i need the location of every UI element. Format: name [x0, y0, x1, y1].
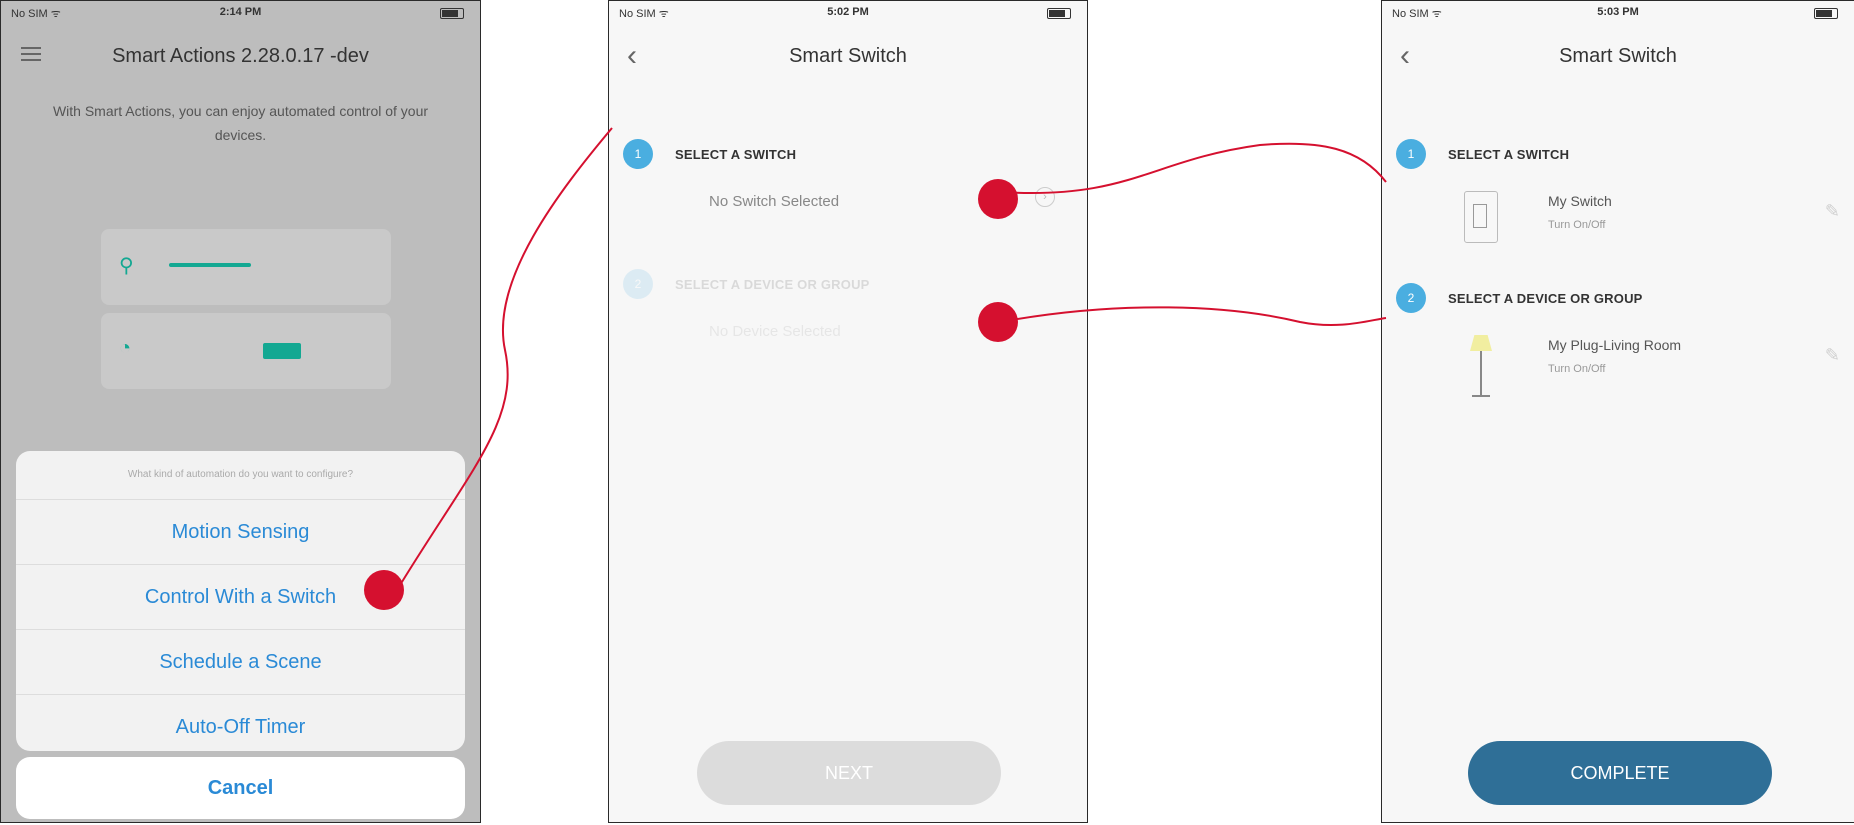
page-title: Smart Switch: [1559, 45, 1677, 67]
option-schedule-scene[interactable]: Schedule a Scene: [16, 630, 465, 695]
chevron-right-icon[interactable]: ›: [1035, 187, 1055, 207]
option-auto-off-timer[interactable]: Auto-Off Timer: [16, 695, 465, 751]
step-select-device[interactable]: 2 SELECT A DEVICE OR GROUP My Plug-Livin…: [1396, 283, 1854, 413]
status-bar: No SIM ᯤ 5:03 PM: [1382, 1, 1854, 23]
battery-icon: [1814, 8, 1838, 19]
complete-button[interactable]: COMPLETE: [1468, 741, 1772, 805]
motion-icon: ⚲: [119, 255, 134, 277]
timer-box: [263, 343, 301, 359]
edit-icon[interactable]: ✎: [1825, 201, 1840, 222]
step-select-switch[interactable]: 1 SELECT A SWITCH No Switch Selected ›: [623, 139, 1087, 229]
switch-name: My Switch: [1548, 193, 1612, 209]
nav-bar: ‹ Smart Switch: [609, 23, 1087, 89]
timer-icon: ◔: [119, 337, 132, 359]
page-subtitle: With Smart Actions, you can enjoy automa…: [52, 103, 429, 143]
lamp-base: [1472, 395, 1490, 397]
page-title: Smart Actions 2.28.0.17 -dev: [112, 45, 369, 67]
motion-bar: [169, 263, 251, 267]
status-time: 5:02 PM: [827, 6, 869, 18]
step-number: 2: [1396, 283, 1426, 313]
status-bar: No SIM ᯤ 2:14 PM: [1, 1, 480, 23]
step-marker: [978, 302, 1018, 342]
edit-icon[interactable]: ✎: [1825, 345, 1840, 366]
lamp-icon: [1470, 335, 1492, 351]
next-button[interactable]: NEXT: [697, 741, 1001, 805]
sheet-prompt: What kind of automation do you want to c…: [16, 451, 465, 500]
no-switch-selected[interactable]: No Switch Selected: [709, 193, 839, 210]
phone-smart-switch-filled: No SIM ᯤ 5:03 PM ‹ Smart Switch 1 SELECT…: [1381, 0, 1854, 823]
timer-card: ◔: [101, 313, 391, 389]
page-title: Smart Switch: [789, 45, 907, 67]
motion-card: ⚲: [101, 229, 391, 305]
battery-icon: [1047, 8, 1071, 19]
step-title: SELECT A DEVICE OR GROUP: [675, 277, 870, 292]
phone-smart-actions: No SIM ᯤ 2:14 PM Smart Actions 2.28.0.17…: [0, 0, 481, 823]
cancel-button[interactable]: Cancel: [16, 757, 465, 819]
step-marker: [364, 570, 404, 610]
nav-bar: ‹ Smart Switch: [1382, 23, 1854, 89]
step-title: SELECT A DEVICE OR GROUP: [1448, 291, 1643, 306]
option-motion-sensing[interactable]: Motion Sensing: [16, 500, 465, 565]
phone-smart-switch-empty: No SIM ᯤ 5:02 PM ‹ Smart Switch 1 SELECT…: [608, 0, 1088, 823]
step-marker: [978, 179, 1018, 219]
step-title: SELECT A SWITCH: [1448, 147, 1570, 162]
step-number: 2: [623, 269, 653, 299]
status-time: 2:14 PM: [219, 6, 262, 18]
switch-icon: [1464, 191, 1498, 243]
step-number: 1: [623, 139, 653, 169]
step-select-switch[interactable]: 1 SELECT A SWITCH My Switch Turn On/Off …: [1396, 139, 1854, 263]
status-time: 5:03 PM: [1597, 6, 1639, 18]
step-number: 1: [1396, 139, 1426, 169]
lamp-pole: [1480, 351, 1482, 395]
switch-action: Turn On/Off: [1548, 219, 1606, 231]
device-action: Turn On/Off: [1548, 363, 1606, 375]
battery-icon: [440, 8, 464, 19]
nav-bar: Smart Actions 2.28.0.17 -dev: [1, 23, 480, 89]
no-device-selected: No Device Selected: [709, 323, 841, 340]
device-name: My Plug-Living Room: [1548, 337, 1682, 353]
step-select-device: 2 SELECT A DEVICE OR GROUP No Device Sel…: [623, 269, 1087, 359]
status-bar: No SIM ᯤ 5:02 PM: [609, 1, 1087, 23]
step-title: SELECT A SWITCH: [675, 147, 797, 162]
